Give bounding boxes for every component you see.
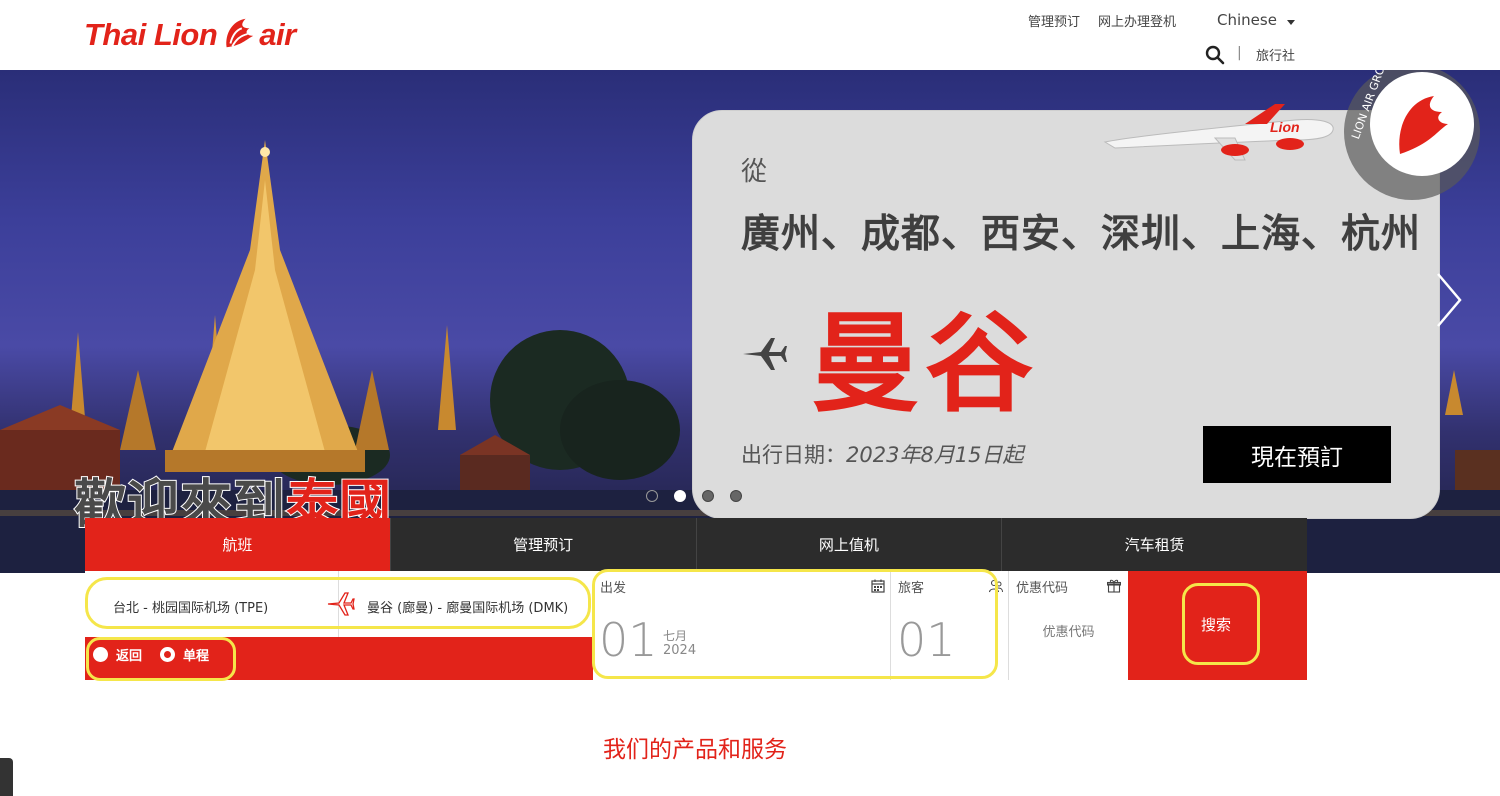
passengers-label: 旅客: [898, 581, 925, 596]
promo-cities: 廣州、成都、西安、深圳、上海、杭州: [741, 212, 1422, 257]
booking-tabs: 航班 管理预订 网上值机 汽车租赁: [85, 518, 1307, 571]
tab-manage-booking[interactable]: 管理预订: [390, 518, 697, 571]
lion-logo-icon: [226, 18, 254, 48]
carousel-dot-4[interactable]: [730, 490, 742, 502]
tab-car-rental[interactable]: 汽车租赁: [1002, 518, 1307, 571]
promo-code-field[interactable]: 优惠代码 优惠代码: [1009, 571, 1128, 680]
promo-from: 從: [741, 157, 768, 187]
search-area: 搜索: [1128, 571, 1307, 680]
destination-value: 曼谷 (廊曼) - 廊曼国际机场 (DMK): [367, 601, 569, 616]
departure-day: 01: [599, 613, 658, 667]
carousel-dot-2[interactable]: [674, 490, 686, 502]
side-feedback-tab[interactable]: [0, 758, 13, 796]
thai-lion-air-logo[interactable]: Thai Lion air: [84, 12, 296, 56]
destination-field[interactable]: 曼谷 (廊曼) - 廊曼国际机场 (DMK): [339, 571, 593, 637]
trip-type-options: 返回 单程: [93, 645, 227, 664]
nav-online-checkin[interactable]: 网上办理登机: [1098, 11, 1176, 30]
airplane-icon: [743, 338, 787, 370]
hero-banner: 歡迎來到泰國 從 廣州、成都、西安、深圳、上海、杭州 曼谷 出行日期：2023年…: [0, 70, 1500, 573]
calendar-icon: [871, 579, 885, 593]
aircraft-image: Lion: [1103, 104, 1334, 161]
caret-down-icon[interactable]: [1287, 20, 1295, 25]
divider: |: [1237, 45, 1242, 61]
return-radio[interactable]: [93, 647, 108, 662]
origin-value: 台北 - 桃园国际机场 (TPE): [113, 601, 269, 616]
svg-text:Lion: Lion: [1270, 119, 1300, 135]
promo-code-label: 优惠代码: [1016, 581, 1069, 596]
chevron-right-icon[interactable]: [1432, 270, 1466, 330]
departure-date-field[interactable]: 出发 01 七月 2024: [593, 571, 891, 680]
nav-manage-booking[interactable]: 管理预订: [1028, 11, 1080, 30]
top-nav: 管理预订 网上办理登机: [1028, 11, 1194, 30]
promo-date-label: 出行日期：: [741, 443, 846, 467]
departure-year: 2024: [663, 643, 697, 658]
carousel-dot-1[interactable]: [646, 490, 658, 502]
passengers-icon: [989, 579, 1003, 593]
departure-label: 出发: [600, 581, 627, 596]
route-area: 台北 - 桃园国际机场 (TPE) 曼谷 (廊曼) - 廊曼国际机场 (DMK)…: [85, 571, 593, 680]
lion-air-group-badge: LION AIR GROUP: [1344, 70, 1480, 200]
departure-month: 七月: [663, 629, 688, 643]
search-button[interactable]: 搜索: [1178, 583, 1254, 665]
promo-code-input[interactable]: 优惠代码: [1009, 621, 1128, 640]
passengers-field[interactable]: 旅客 01: [891, 571, 1009, 680]
products-services-title: 我们的产品和服务: [603, 737, 787, 763]
return-label[interactable]: 返回: [116, 645, 142, 664]
travel-agency-link[interactable]: 旅行社: [1256, 45, 1295, 64]
passenger-count: 01: [897, 613, 956, 667]
tab-flights[interactable]: 航班: [85, 518, 391, 571]
promo-card[interactable]: 從 廣州、成都、西安、深圳、上海、杭州 曼谷 出行日期：2023年8月15日起 …: [692, 110, 1440, 519]
language-selector[interactable]: Chinese: [1217, 11, 1277, 29]
booking-panel: 台北 - 桃园国际机场 (TPE) 曼谷 (廊曼) - 廊曼国际机场 (DMK)…: [85, 571, 1307, 680]
carousel-dot-3[interactable]: [702, 490, 714, 502]
tab-online-checkin[interactable]: 网上值机: [696, 518, 1003, 571]
search-icon[interactable]: [1205, 45, 1225, 65]
origin-field[interactable]: 台北 - 桃园国际机场 (TPE): [85, 571, 339, 637]
promo-date: 出行日期：2023年8月15日起: [741, 439, 1024, 469]
oneway-radio[interactable]: [160, 647, 176, 662]
logo-text-right: air: [259, 16, 296, 52]
site-header: Thai Lion air 管理预订 网上办理登机 Chinese | 旅行社: [0, 0, 1500, 70]
logo-text-left: Thai Lion: [84, 16, 218, 52]
book-now-button[interactable]: 現在預訂: [1203, 426, 1391, 483]
promo-date-value: 2023年8月15日起: [846, 443, 1024, 467]
carousel-dots: [646, 490, 758, 502]
oneway-label[interactable]: 单程: [183, 645, 209, 664]
airplane-icon: [327, 592, 355, 616]
gift-icon: [1107, 579, 1121, 593]
promo-destination: 曼谷: [811, 302, 1040, 427]
